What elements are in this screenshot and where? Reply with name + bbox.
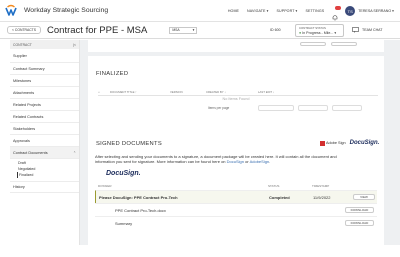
user-menu[interactable]: TERESA SERRANO ▾ [358, 9, 394, 13]
col-dossier: DOSSIER [98, 184, 112, 188]
col-status: STATUS [268, 184, 280, 188]
chat-icon [352, 27, 359, 33]
description-text: or [245, 159, 249, 165]
sidebar-item-supplier[interactable]: Supplier [10, 49, 79, 63]
nav-home[interactable]: HOME [228, 9, 239, 13]
download-button[interactable]: DOWNLOAD [345, 220, 374, 226]
col-document-title[interactable]: DOCUMENT TITLE ↑ [110, 90, 137, 94]
contract-status-text: In Progress - Mile... ▾ [302, 31, 337, 35]
dossier-status: Completed [269, 195, 290, 200]
disabled-action-button[interactable] [298, 105, 328, 111]
previous-section-button[interactable] [331, 42, 357, 46]
adobe-sign-icon[interactable] [320, 140, 325, 146]
sidebar-item-label: History [13, 185, 25, 189]
signed-documents-title: SIGNED DOCUMENTS [96, 141, 162, 147]
sidebar-item-label: Attachments [13, 90, 35, 95]
esign-logos: Adobe Sign DocuSign. [320, 140, 379, 146]
nav-settings[interactable]: SETTINGS [305, 9, 324, 13]
signed-row-summary: Summary DOWNLOAD [95, 216, 377, 229]
top-nav: HOME NAVIGATE ▾ SUPPORT ▾ SETTINGS TS TE… [228, 0, 400, 22]
adobe-sign-logo[interactable]: Adobe Sign [326, 141, 346, 145]
col-last-edit[interactable]: LAST EDIT ↓ [258, 90, 274, 94]
team-chat-button[interactable]: TEAM CHAT [352, 27, 383, 33]
dossier-timestamp: 11/9/2022 [313, 195, 331, 200]
download-button[interactable]: DOWNLOAD [345, 207, 374, 213]
finalized-table-header: □ DOCUMENT TITLE ↑ VERSION CREATED BY ↓ … [98, 88, 378, 96]
signed-row-document: PPE Contract Pro-Tech.docx DOWNLOAD [95, 203, 377, 216]
contract-status-select[interactable]: CONTRACT STATUS ● In Progress - Mile... … [295, 24, 344, 37]
sidebar-item-label: Stakeholders [13, 126, 36, 131]
sidebar-header: CONTRACT |< [10, 40, 79, 49]
finalized-title: FINALIZED [96, 71, 129, 77]
col-created-by[interactable]: CREATED BY ↓ [206, 90, 226, 94]
sidebar-item-related-contracts[interactable]: Related Contracts [10, 111, 79, 123]
adobesign-link[interactable]: AdobeSign [250, 159, 270, 164]
document-name: Summary [115, 221, 133, 226]
sidebar-item-label: Related Contracts [13, 114, 44, 119]
document-name: PPE Contract Pro-Tech.docx [115, 208, 166, 213]
sidebar-item-label: Contract Summary [13, 66, 45, 71]
signed-description: After selecting and sending your documen… [95, 154, 355, 164]
sidebar-subitem-finalized[interactable]: Finalized [17, 172, 79, 178]
sidebar-item-approvals[interactable]: Approvals [10, 135, 79, 147]
col-version[interactable]: VERSION [170, 90, 183, 94]
sidebar-item-history[interactable]: History [10, 181, 79, 193]
sidebar-item-milestones[interactable]: Milestones [10, 75, 79, 87]
docusign-link[interactable]: DocuSign [227, 159, 244, 164]
disabled-action-button[interactable] [332, 105, 362, 111]
sidebar-item-label: Related Projects [13, 102, 41, 107]
sidebar: CONTRACT |< Supplier Contract Summary Mi… [10, 40, 80, 245]
finalized-pagination: Items per page [98, 105, 378, 112]
bell-icon[interactable] [332, 5, 342, 20]
sidebar-item-attachments[interactable]: Attachments [10, 87, 79, 99]
view-button[interactable]: VIEW [353, 194, 375, 200]
description-text: . [269, 159, 271, 165]
top-bar: Workday Strategic Sourcing HOME NAVIGATE… [0, 0, 400, 22]
contract-type-value: MSA [172, 28, 180, 32]
nav-navigate[interactable]: NAVIGATE ▾ [247, 9, 268, 13]
signed-table-header: DOSSIER STATUS TIMESTAMP [95, 183, 377, 189]
contract-id: ID 600 [270, 28, 281, 32]
previous-section-card [88, 40, 384, 52]
workday-logo-icon[interactable] [0, 0, 22, 22]
signed-row-envelope[interactable]: Please DocuSign: PPE Contract Pro-Tech C… [95, 190, 377, 203]
app-title: Workday Strategic Sourcing [24, 7, 109, 14]
chevron-up-icon: ⌃ [73, 150, 76, 155]
sidebar-item-label: Approvals [13, 138, 30, 143]
sidebar-header-label: CONTRACT [13, 42, 32, 47]
contract-type-select[interactable]: MSA ▾ [169, 26, 198, 34]
sidebar-item-contract-summary[interactable]: Contract Summary [10, 63, 79, 75]
items-per-page-label: Items per page [208, 106, 230, 110]
avatar[interactable]: TS [345, 6, 356, 16]
notification-badge [335, 5, 342, 10]
chevron-down-icon: ▾ [192, 28, 195, 32]
sidebar-item-related-projects[interactable]: Related Projects [10, 99, 79, 111]
description-text: After selecting and sending your documen… [95, 154, 337, 165]
sidebar-item-stakeholders[interactable]: Stakeholders [10, 123, 79, 135]
col-timestamp: TIMESTAMP [312, 184, 330, 188]
back-to-contracts-button[interactable]: < CONTRACTS [7, 26, 42, 34]
team-chat-label: TEAM CHAT [362, 28, 383, 32]
nav-support[interactable]: SUPPORT ▾ [277, 9, 298, 13]
select-all-checkbox[interactable]: □ [98, 90, 100, 94]
disabled-action-button[interactable] [258, 105, 294, 111]
contract-status-label: CONTRACT STATUS [299, 26, 326, 30]
collapse-sidebar-icon[interactable]: |< [73, 43, 76, 47]
sidebar-item-contract-documents[interactable]: Contract Documents ⌃ [10, 147, 79, 159]
docusign-section-logo: DocuSign. [106, 170, 141, 177]
dossier-name: Please DocuSign: PPE Contract Pro-Tech [99, 195, 178, 200]
previous-section-button[interactable] [300, 42, 326, 46]
contract-status-value: ● In Progress - Mile... ▾ [299, 31, 340, 35]
sidebar-item-label: Milestones [13, 78, 32, 83]
page-title: Contract for PPE - MSA [47, 24, 148, 36]
main-content: FINALIZED □ DOCUMENT TITLE ↑ VERSION CRE… [80, 40, 400, 245]
sidebar-item-label: Supplier [13, 53, 27, 58]
empty-state: No Items Found [222, 97, 250, 101]
contract-header: < CONTRACTS Contract for PPE - MSA MSA ▾… [0, 22, 400, 39]
sidebar-item-label: Contract Documents [13, 150, 48, 155]
docusign-logo[interactable]: DocuSign. [350, 140, 380, 146]
status-indicator-icon: ● [299, 31, 302, 35]
documents-card: FINALIZED □ DOCUMENT TITLE ↑ VERSION CRE… [88, 56, 384, 245]
